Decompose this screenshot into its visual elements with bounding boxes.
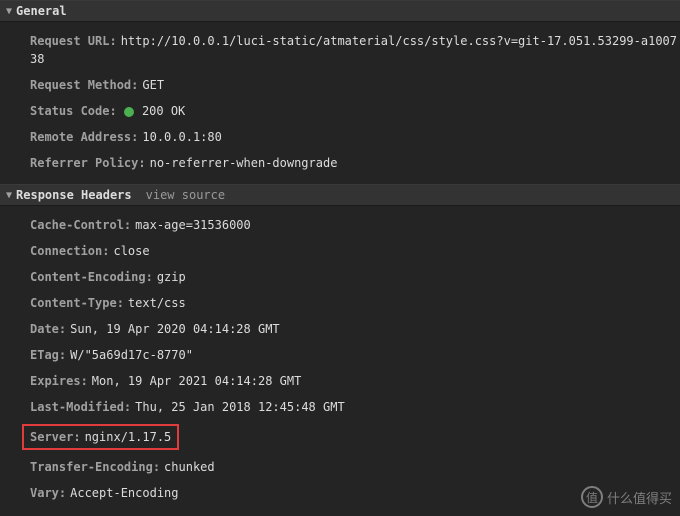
header-row: Remote Address: 10.0.0.1:80 [30,124,680,150]
header-row: Request Method: GET [30,72,680,98]
header-value: gzip [157,270,186,284]
header-value: 200 OK [142,104,185,118]
header-key: Connection: [30,244,109,258]
status-dot-icon [124,107,134,117]
header-value: Sun, 19 Apr 2020 04:14:28 GMT [70,322,280,336]
header-row: Last-Modified: Thu, 25 Jan 2018 12:45:48 … [30,394,680,420]
header-value: max-age=31536000 [135,218,251,232]
header-value: http://10.0.0.1/luci-static/atmaterial/c… [30,34,677,66]
header-key: Content-Type: [30,296,124,310]
header-key: ETag: [30,348,66,362]
general-title: General [16,4,67,18]
watermark-icon: 值 [581,486,603,508]
header-value: text/css [128,296,186,310]
header-row: Cache-Control: max-age=31536000 [30,212,680,238]
header-key: Content-Encoding: [30,270,153,284]
header-value: GET [142,78,164,92]
header-value: Accept-Encoding [70,486,178,500]
header-value: close [113,244,149,258]
highlight-box: Server: nginx/1.17.5 [22,424,179,450]
collapse-icon: ▼ [6,190,12,201]
response-title: Response Headers [16,188,132,202]
header-key: Request Method: [30,78,138,92]
header-row: Expires: Mon, 19 Apr 2021 04:14:28 GMT [30,368,680,394]
header-row: Server: nginx/1.17.5 [30,420,680,454]
view-source-link[interactable]: view source [146,188,225,202]
header-key: Request URL: [30,34,117,48]
response-section-header[interactable]: ▼ Response Headers view source [0,184,680,206]
header-row: Request URL:http://10.0.0.1/luci-static/… [30,28,680,72]
header-key: Transfer-Encoding: [30,460,160,474]
header-key: Date: [30,322,66,336]
header-row: ETag: W/"5a69d17c-8770" [30,342,680,368]
header-key: Remote Address: [30,130,138,144]
header-key: Server: [30,430,81,444]
collapse-icon: ▼ [6,6,12,17]
header-row: Connection: close [30,238,680,264]
header-value: no-referrer-when-downgrade [150,156,338,170]
header-row: Transfer-Encoding: chunked [30,454,680,480]
header-row: Status Code: 200 OK [30,98,680,124]
header-value: chunked [164,460,215,474]
header-key: Expires: [30,374,88,388]
header-row: Referrer Policy: no-referrer-when-downgra… [30,150,680,176]
response-list: Cache-Control: max-age=31536000 Connection… [0,206,680,514]
general-list: Request URL:http://10.0.0.1/luci-static/… [0,22,680,184]
header-row: Content-Type: text/css [30,290,680,316]
header-key: Vary: [30,486,66,500]
header-value: nginx/1.17.5 [85,430,172,444]
watermark-text: 什么值得买 [607,488,672,507]
header-value: W/"5a69d17c-8770" [70,348,193,362]
header-key: Last-Modified: [30,400,131,414]
header-key: Status Code: [30,104,117,118]
header-value: 10.0.0.1:80 [142,130,221,144]
header-key: Referrer Policy: [30,156,146,170]
watermark: 值 什么值得买 [581,486,672,508]
header-key: Cache-Control: [30,218,131,232]
header-value: Thu, 25 Jan 2018 12:45:48 GMT [135,400,345,414]
header-row: Date: Sun, 19 Apr 2020 04:14:28 GMT [30,316,680,342]
general-section-header[interactable]: ▼ General [0,0,680,22]
header-value: Mon, 19 Apr 2021 04:14:28 GMT [92,374,302,388]
header-row: Content-Encoding: gzip [30,264,680,290]
